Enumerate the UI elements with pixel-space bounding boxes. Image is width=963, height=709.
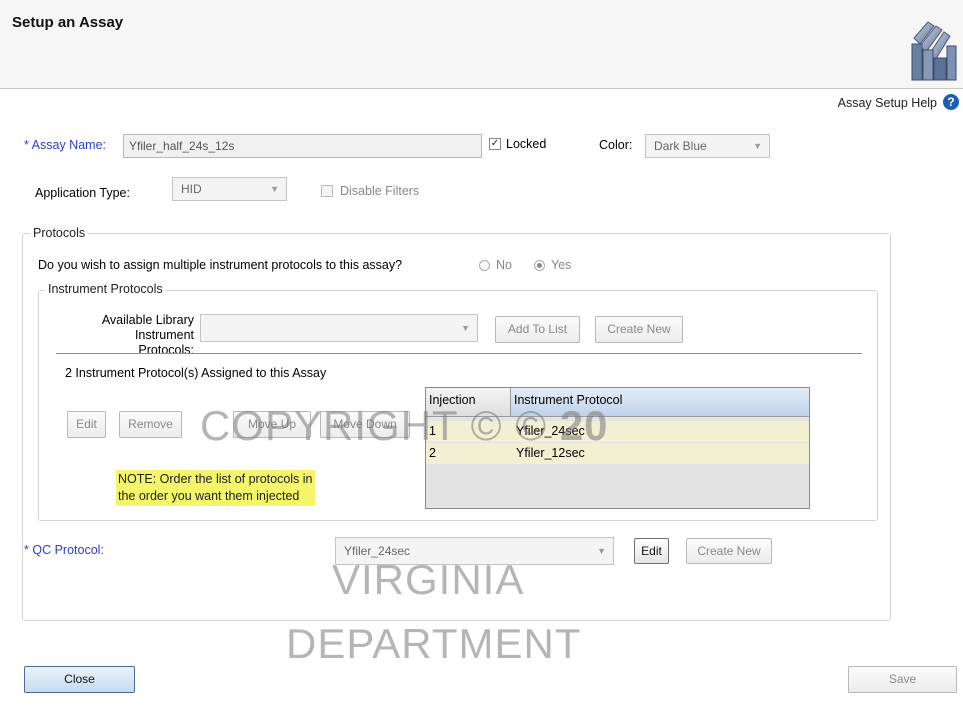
qc-protocol-label: * QC Protocol: [24, 543, 104, 557]
order-note: NOTE: Order the list of protocols in the… [116, 470, 315, 506]
qc-edit-button[interactable]: Edit [634, 538, 669, 564]
assay-setup-help-link[interactable]: Assay Setup Help [838, 96, 937, 110]
remove-protocol-button[interactable]: Remove [119, 411, 182, 438]
locked-label: Locked [506, 137, 547, 151]
multi-protocol-yes-radio[interactable] [534, 260, 545, 271]
color-select-value: Dark Blue [654, 139, 707, 153]
add-to-list-button[interactable]: Add To List [495, 316, 580, 343]
disable-filters-checkbox[interactable] [321, 185, 333, 197]
color-select[interactable]: Dark Blue ▼ [645, 134, 770, 158]
locked-checkbox[interactable]: ✓ [489, 138, 501, 150]
order-note-line2: the order you want them injected [118, 489, 300, 503]
qc-create-new-button[interactable]: Create New [686, 538, 772, 564]
disable-filters-label: Disable Filters [340, 184, 420, 198]
assay-name-label: * Assay Name: [24, 138, 106, 152]
chevron-down-icon: ▼ [461, 323, 470, 333]
available-protocols-label: Available Library Instrument Protocols: [80, 313, 194, 358]
dialog-title: Setup an Assay [12, 14, 124, 31]
watermark-line1: COPYRIGHT © © [200, 402, 560, 449]
watermark-line1-bold: 20 [559, 402, 609, 449]
multi-protocol-no-radio[interactable] [479, 260, 490, 271]
app-logo-icon [906, 18, 958, 82]
order-note-line1: NOTE: Order the list of protocols in [118, 472, 313, 486]
assay-name-label-text: Assay Name: [31, 138, 107, 152]
copyright-watermark: COPYRIGHT © © 20 [200, 402, 609, 450]
available-label-line1: Available Library [101, 313, 194, 327]
chevron-down-icon: ▼ [270, 184, 279, 194]
application-type-label: Application Type: [35, 186, 130, 200]
color-label: Color: [599, 138, 633, 152]
application-type-select[interactable]: HID ▼ [172, 177, 287, 201]
assigned-protocols-caption: 2 Instrument Protocol(s) Assigned to thi… [65, 366, 327, 380]
dialog-header [0, 0, 963, 89]
chevron-down-icon: ▼ [597, 546, 606, 556]
multi-protocol-yes-label: Yes [551, 258, 572, 272]
help-icon[interactable]: ? [943, 94, 959, 110]
protocols-group-label: Protocols [30, 226, 89, 240]
edit-protocol-button[interactable]: Edit [67, 411, 106, 438]
chevron-down-icon: ▼ [753, 141, 762, 151]
multi-protocol-question: Do you wish to assign multiple instrumen… [38, 258, 403, 272]
qc-protocol-label-text: QC Protocol: [32, 543, 104, 557]
available-protocols-select[interactable]: ▼ [200, 314, 478, 342]
application-type-value: HID [181, 182, 202, 196]
instrument-protocols-group-label: Instrument Protocols [45, 282, 166, 296]
create-new-protocol-button[interactable]: Create New [595, 316, 683, 343]
instrument-divider [56, 353, 862, 354]
save-button[interactable]: Save [848, 666, 957, 693]
virginia-watermark: VIRGINIA [332, 556, 525, 603]
multi-protocol-no-label: No [496, 258, 512, 272]
close-button[interactable]: Close [24, 666, 135, 693]
assay-name-input[interactable]: Yfiler_half_24s_12s [123, 134, 482, 158]
required-mark: * [24, 138, 29, 152]
required-mark: * [24, 543, 29, 557]
department-watermark: DEPARTMENT [286, 620, 582, 667]
